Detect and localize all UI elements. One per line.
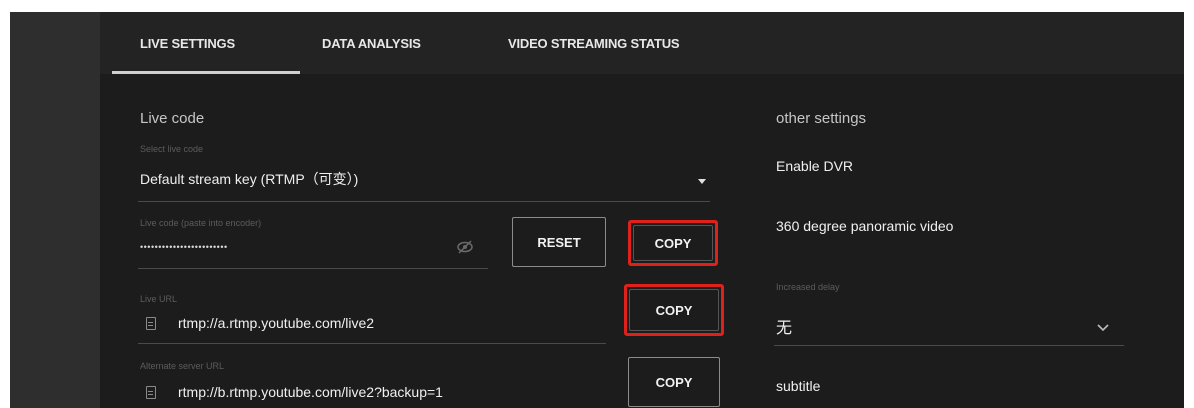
tab-bar: LIVE SETTINGS DATA ANALYSIS VIDEO STREAM… [100, 12, 1184, 74]
active-tab-indicator [112, 71, 300, 74]
document-icon [146, 386, 156, 399]
select-underline [138, 201, 710, 202]
copy-live-url-button[interactable]: COPY [629, 289, 719, 331]
stream-key-label: Live code (paste into encoder) [140, 218, 262, 228]
live-url-value: rtmp://a.rtmp.youtube.com/live2 [178, 315, 375, 331]
panoramic-video-label[interactable]: 360 degree panoramic video [776, 218, 953, 234]
select-live-code-value: Default stream key (RTMP（可变）) [140, 171, 359, 187]
subtitle-label[interactable]: subtitle [776, 378, 820, 394]
other-settings-title: other settings [776, 110, 867, 127]
alternate-url-value: rtmp://b.rtmp.youtube.com/live2?backup=1 [178, 384, 443, 400]
copy-stream-key-button[interactable]: COPY [633, 225, 713, 261]
tab-video-streaming-status[interactable]: VIDEO STREAMING STATUS [508, 36, 680, 51]
live-settings-panel: LIVE SETTINGS DATA ANALYSIS VIDEO STREAM… [100, 12, 1184, 408]
stream-key-underline [138, 268, 488, 269]
select-live-code-label: Select live code [140, 144, 204, 154]
reset-button[interactable]: RESET [512, 217, 606, 267]
eye-off-icon[interactable] [456, 240, 474, 254]
live-url-label: Live URL [140, 294, 178, 304]
caret-down-icon [698, 179, 706, 184]
stream-key-value: •••••••••••••••••••••••• [140, 242, 228, 252]
delay-value: 无 [776, 320, 793, 337]
tab-data-analysis[interactable]: DATA ANALYSIS [322, 36, 421, 51]
chevron-down-icon [1096, 319, 1110, 332]
alternate-url-label: Alternate server URL [140, 361, 225, 371]
tab-live-settings[interactable]: LIVE SETTINGS [140, 36, 235, 51]
delay-label: Increased delay [776, 282, 840, 292]
document-icon [146, 317, 156, 330]
live-url-underline [138, 343, 606, 344]
left-sidebar [10, 12, 100, 408]
screenshot-frame: LIVE SETTINGS DATA ANALYSIS VIDEO STREAM… [0, 0, 1194, 408]
enable-dvr-label[interactable]: Enable DVR [776, 158, 853, 174]
copy-alternate-url-button[interactable]: COPY [628, 357, 720, 407]
live-code-title: Live code [140, 110, 205, 127]
delay-underline [774, 345, 1124, 346]
